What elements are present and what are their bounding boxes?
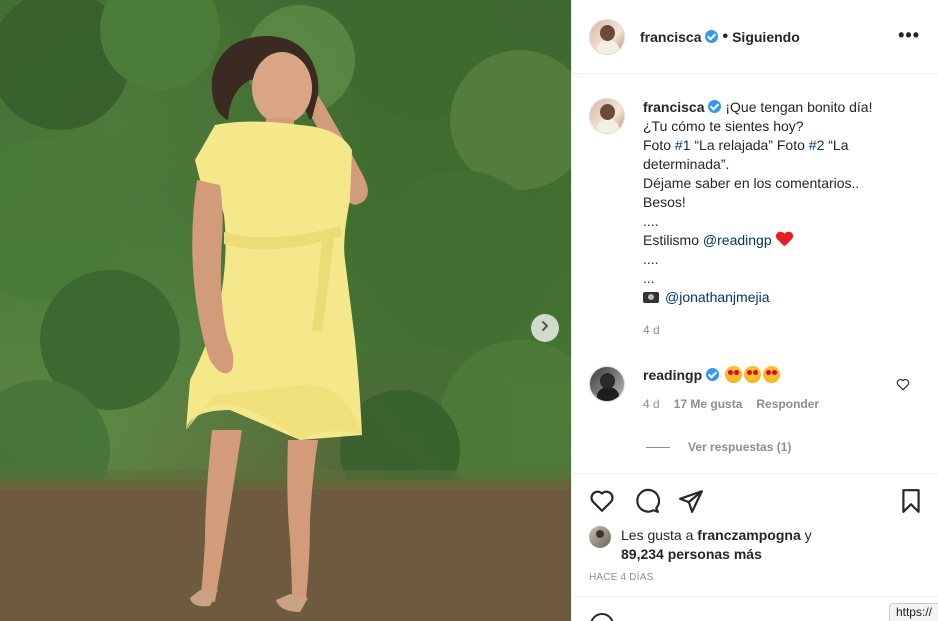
liked-by-connector: y [800,527,812,543]
hashtag-link[interactable]: #1 [675,137,691,153]
post-header: francisca • Siguiendo ••• [572,0,938,74]
author-avatar[interactable] [589,18,625,55]
following-button[interactable]: Siguiendo [732,29,800,45]
reply-button[interactable]: Responder [756,397,819,411]
heart-icon[interactable] [589,488,615,514]
separator-dot: • [722,27,729,45]
caption-line: .... [643,213,659,229]
comment-age[interactable]: 4 d [643,397,660,411]
liker-avatar[interactable] [589,526,611,548]
red-heart-emoji [776,232,792,246]
caption-line-styling: Estilismo @readingp [643,231,913,250]
mention-link[interactable]: @jonathanjmejia [665,289,770,305]
bookmark-icon[interactable] [898,488,924,514]
caption-fragment: “La relajada” Foto [690,137,809,153]
comments-section[interactable]: francisca ¡Que tengan bonito día! ¿Tu có… [572,74,938,474]
caption-author-avatar[interactable] [589,98,625,134]
liker-username[interactable]: franczampogna [697,527,800,543]
comment-likes[interactable]: 17 Me gusta [674,397,743,411]
next-photo-button[interactable] [531,314,559,342]
liked-by-prefix: Les gusta a [621,527,698,543]
commenter-avatar[interactable] [589,366,625,402]
caption-line: ¡Que tengan bonito día! [725,99,873,115]
star-struck-emoji [744,366,762,383]
verified-badge-icon [708,100,722,113]
star-struck-emoji [763,366,781,383]
verified-badge-icon [706,368,720,381]
paper-plane-icon[interactable] [678,488,704,514]
caption-line: Déjame saber en los comentarios.. [643,175,860,191]
view-replies-label: Ver respuestas (1) [688,440,792,454]
caption-line: ¿Tu cómo te sientes hoy? [643,118,804,134]
post-details-panel: francisca • Siguiendo ••• francisca ¡Que… [571,0,938,621]
caption-line-photo-credit: @jonathanjmejia [643,288,913,307]
caption-line: .... [643,251,659,267]
comment-bubble-icon[interactable] [634,488,660,514]
emoji-picker-icon[interactable] [590,613,614,621]
caption-fragment: Foto [643,137,675,153]
caption-line: ... [643,270,655,286]
hashtag-link[interactable]: #2 [809,137,825,153]
more-options-button[interactable]: ••• [898,26,920,44]
action-bar [572,474,938,526]
caption-text: francisca ¡Que tengan bonito día! ¿Tu có… [643,98,913,340]
photo-illustration [0,0,571,621]
author-username[interactable]: francisca [640,29,701,45]
caption-age[interactable]: 4 d [643,321,913,340]
caption-username[interactable]: francisca [643,99,704,115]
add-comment-row [572,596,938,621]
camera-emoji-icon [643,292,659,303]
commenter-username[interactable]: readingp [643,367,702,383]
view-replies-button[interactable]: Ver respuestas (1) [646,440,791,454]
post-caption: francisca ¡Que tengan bonito día! ¿Tu có… [589,98,913,340]
star-struck-emoji [725,366,743,383]
chevron-right-icon [539,319,551,337]
likes-count[interactable]: 89,234 personas más [621,546,762,562]
liked-by-text: Les gusta a franczampogna y 89,234 perso… [621,526,812,564]
post-photo[interactable] [0,0,571,621]
replies-divider [646,446,670,448]
comment-item: readingp 4 d 17 Me gusta Responder [589,366,922,411]
comment-body: readingp 4 d 17 Me gusta Responder [643,366,819,411]
verified-badge-icon [705,30,719,43]
caption-line-photos: Foto #1 “La relajada” Foto #2 “La determ… [643,136,913,174]
liked-by: Les gusta a franczampogna y 89,234 perso… [589,526,812,564]
comment-meta: 4 d 17 Me gusta Responder [643,397,819,411]
caption-fragment: Estilismo [643,232,703,248]
caption-line: Besos! [643,194,686,210]
mention-link[interactable]: @readingp [703,232,772,248]
browser-status-url: https:// [888,603,938,621]
post-date[interactable]: HACE 4 DÍAS [589,572,653,583]
comment-like-heart-icon[interactable] [896,378,910,391]
